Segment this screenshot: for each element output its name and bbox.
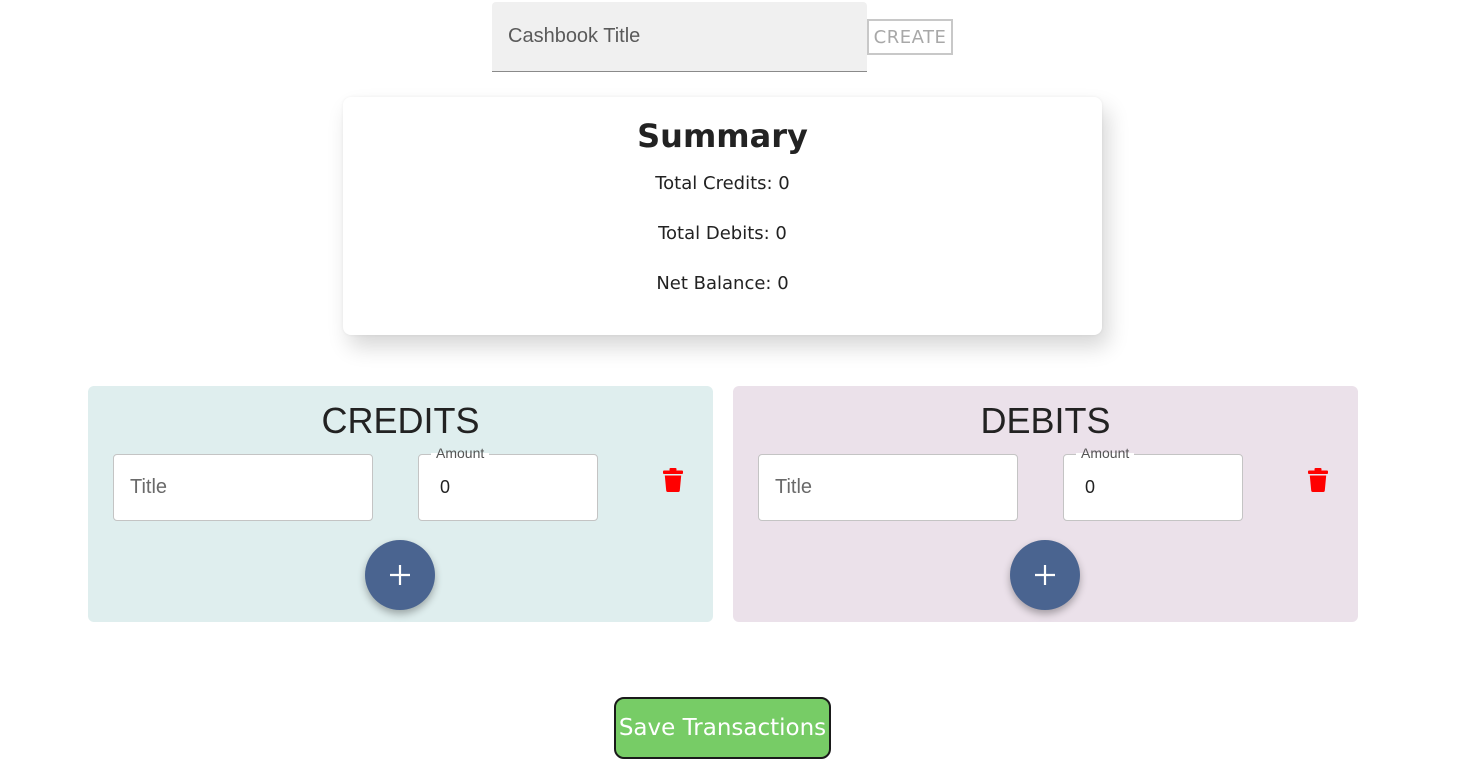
total-credits-text: Total Credits: 0: [655, 173, 790, 194]
credit-title-input[interactable]: [114, 455, 372, 520]
summary-card: Summary Total Credits: 0 Total Debits: 0…: [343, 97, 1102, 335]
total-debits-text: Total Debits: 0: [658, 223, 787, 244]
debits-panel: DEBITS Amount: [733, 386, 1358, 622]
debit-amount-label: Amount: [1076, 445, 1135, 461]
trash-icon[interactable]: [1308, 468, 1328, 492]
debits-heading: DEBITS: [980, 400, 1111, 441]
credits-panel: CREDITS Amount: [88, 386, 713, 622]
credit-amount-label: Amount: [431, 445, 490, 461]
debit-title-input[interactable]: [759, 455, 1017, 520]
net-balance-text: Net Balance: 0: [656, 273, 789, 294]
cashbook-page: CREATE Summary Total Credits: 0 Total De…: [0, 0, 1466, 767]
debit-amount-field: Amount: [1063, 445, 1243, 521]
summary-heading: Summary: [637, 117, 808, 155]
plus-icon: [390, 565, 410, 585]
plus-icon: [1035, 565, 1055, 585]
create-button[interactable]: CREATE: [867, 19, 953, 55]
trash-icon[interactable]: [663, 468, 683, 492]
credit-amount-input[interactable]: [419, 455, 597, 520]
credit-title-field: [113, 454, 373, 521]
credit-amount-field: Amount: [418, 445, 598, 521]
cashbook-title-input[interactable]: [492, 2, 867, 71]
cashbook-title-field: [492, 2, 867, 72]
debit-amount-input[interactable]: [1064, 455, 1242, 520]
add-credit-button[interactable]: [365, 540, 435, 610]
debit-title-field: [758, 454, 1018, 521]
credits-heading: CREDITS: [321, 400, 480, 441]
add-debit-button[interactable]: [1010, 540, 1080, 610]
save-transactions-button[interactable]: Save Transactions: [614, 697, 831, 759]
